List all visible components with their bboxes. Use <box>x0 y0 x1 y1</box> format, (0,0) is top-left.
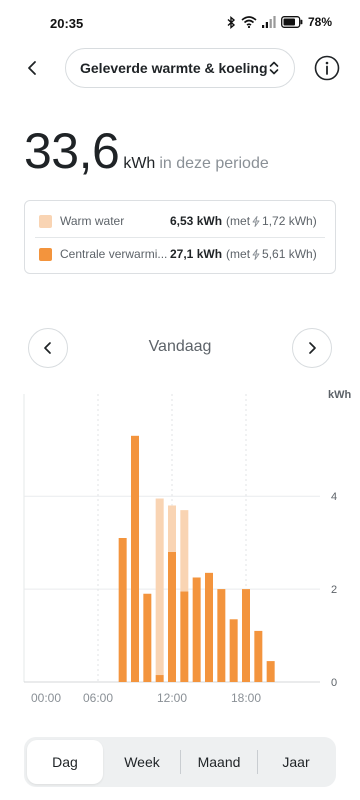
signal-icon <box>261 16 276 28</box>
chart-bar-warm-water <box>155 498 164 676</box>
bluetooth-icon <box>227 15 236 29</box>
chart-bar-central-heating <box>131 435 139 682</box>
legend-extra-prefix: (met <box>226 247 251 261</box>
tab-month[interactable]: Maand <box>181 740 257 784</box>
legend-divider <box>35 237 325 238</box>
energy-type-selector[interactable]: Geleverde warmte & koeling <box>65 48 295 88</box>
lightning-icon <box>252 215 260 227</box>
status-time: 20:35 <box>50 16 84 31</box>
status-bar: 20:35 78% <box>0 0 360 48</box>
legend-extra-prefix: (met <box>226 214 251 228</box>
chevron-up-down-icon <box>269 61 279 75</box>
chart-bar-central-heating <box>155 675 164 682</box>
legend-row-warm-water: Warm water 6,53 kWh (met 1,72 kWh) <box>39 211 325 231</box>
back-button[interactable] <box>18 54 46 82</box>
chart-bar-central-heating <box>180 591 189 682</box>
battery-percentage: 78% <box>307 15 332 29</box>
chart-bar-central-heating <box>143 593 152 682</box>
total-value: 33,6 <box>24 123 120 179</box>
chart-bar-central-heating <box>217 589 226 682</box>
legend-name: Centrale verwarmi... <box>60 247 168 261</box>
wifi-icon <box>241 16 257 28</box>
energy-bar-chart: 0 2 4 kWh 00:00 06:00 12:00 18:00 <box>23 389 352 705</box>
chart-bar-central-heating <box>118 538 127 682</box>
y-tick-label: 4 <box>331 491 337 503</box>
y-axis-unit-label: kWh <box>328 389 352 401</box>
header: Geleverde warmte & koeling <box>0 48 360 88</box>
total-period-text: in deze periode <box>159 155 269 172</box>
legend-extra-value: 5,61 kWh) <box>262 247 317 261</box>
legend-extra-value: 1,72 kWh) <box>262 214 317 228</box>
total-unit: kWh <box>123 155 156 172</box>
info-icon[interactable] <box>314 55 340 81</box>
x-tick-label: 18:00 <box>231 691 261 705</box>
legend-extra: (met 5,61 kWh) <box>226 247 317 261</box>
x-tick-label: 06:00 <box>83 691 113 705</box>
legend-swatch <box>39 247 52 261</box>
energy-type-label: Geleverde warmte & koeling <box>80 60 268 76</box>
chart-bar-central-heating <box>242 589 250 682</box>
total-consumption: 33,6 kWh in deze periode <box>24 122 269 180</box>
tab-week[interactable]: Week <box>104 740 180 784</box>
chevron-left-icon <box>28 61 36 75</box>
legend-swatch <box>39 214 52 228</box>
legend-name: Warm water <box>60 214 125 228</box>
period-navigation: Vandaag <box>0 328 360 368</box>
chart-bar-central-heating <box>168 551 176 682</box>
x-tick-label: 12:00 <box>157 691 187 705</box>
status-icons: 78% <box>226 15 332 29</box>
legend-extra: (met 1,72 kWh) <box>226 214 317 228</box>
y-tick-label: 0 <box>331 677 337 689</box>
chart-bar-central-heating <box>192 577 201 682</box>
chart-bar-central-heating <box>266 661 275 682</box>
tab-year[interactable]: Jaar <box>258 740 334 784</box>
battery-icon <box>281 16 303 28</box>
period-tabs: Dag Week Maand Jaar <box>24 737 336 787</box>
legend-value: 6,53 kWh <box>170 214 223 228</box>
lightning-icon <box>252 248 260 260</box>
chevron-right-icon <box>309 342 316 354</box>
legend-card: Warm water 6,53 kWh (met 1,72 kWh) Centr… <box>24 200 336 274</box>
chart-bar-warm-water <box>168 505 176 552</box>
tab-day[interactable]: Dag <box>27 740 103 784</box>
legend-value: 27,1 kWh <box>170 247 223 261</box>
chart-bar-warm-water <box>180 510 189 592</box>
chart-bar-central-heating <box>229 619 238 682</box>
chart-bar-central-heating <box>254 630 263 682</box>
y-tick-label: 2 <box>331 584 337 596</box>
next-period-button[interactable] <box>292 328 332 368</box>
legend-row-central-heating: Centrale verwarmi... 27,1 kWh (met 5,61 … <box>39 244 325 264</box>
x-tick-label: 00:00 <box>31 691 61 705</box>
chart-bar-central-heating <box>205 572 213 682</box>
